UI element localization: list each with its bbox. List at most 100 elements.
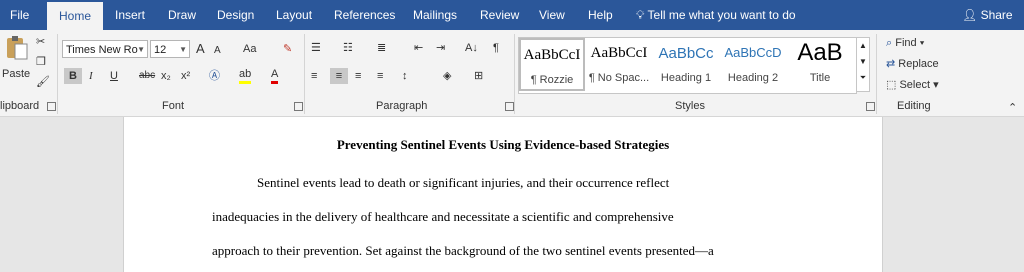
style-heading-2[interactable]: AaBbCcD Heading 2	[720, 38, 786, 91]
replace-icon: ⇄	[886, 58, 896, 70]
styles-group-label: Styles	[675, 100, 705, 112]
paragraph-launcher-icon[interactable]	[505, 102, 514, 111]
tab-review[interactable]: Review	[480, 0, 519, 30]
clipboard-launcher-icon[interactable]	[47, 102, 56, 111]
more-styles-icon[interactable]: ⏷	[857, 70, 869, 86]
justify-icon[interactable]: ≡	[377, 68, 383, 84]
document-page[interactable]: Preventing Sentinel Events Using Evidenc…	[123, 117, 883, 272]
separator	[57, 34, 58, 114]
share-label: Share	[980, 8, 1013, 22]
multilevel-list-icon[interactable]: ≣	[377, 40, 386, 56]
ribbon: Paste ✂ ❐ 🖌 lipboard Times New Ro ▼ 12 ▼ A…	[0, 30, 1024, 117]
document-line: approach to their prevention. Set agains…	[212, 243, 714, 258]
font-color-button[interactable]: A	[271, 68, 279, 84]
find-button[interactable]: ⌕ Find ▾	[886, 35, 924, 51]
style-name: Heading 2	[727, 72, 779, 84]
increase-indent-icon[interactable]: ⇥	[436, 40, 445, 56]
underline-button[interactable]: U	[110, 68, 118, 84]
style-heading-1[interactable]: AaBbCc Heading 1	[653, 38, 719, 91]
align-center-icon[interactable]: ≡	[330, 68, 348, 84]
tab-draw[interactable]: Draw	[168, 0, 196, 30]
style-name: ¶ No Spac...	[588, 72, 650, 84]
clipboard-group-label: lipboard	[0, 100, 40, 112]
tab-layout[interactable]: Layout	[276, 0, 312, 30]
tab-mailings[interactable]: Mailings	[413, 0, 457, 30]
text-effects-icon[interactable]: Ⓐ	[209, 68, 220, 84]
styles-scroll[interactable]: ▲ ▼ ⏷	[856, 37, 870, 92]
find-icon: ⌕	[886, 37, 893, 49]
copy-icon[interactable]: ❐	[36, 54, 46, 70]
shading-icon[interactable]: ◈	[443, 68, 451, 84]
select-button[interactable]: ⬚ Select ▾	[886, 77, 939, 93]
document-title: Preventing Sentinel Events Using Evidenc…	[336, 137, 670, 152]
scroll-up-icon[interactable]: ▲	[857, 38, 869, 54]
font-group-label: Font	[162, 100, 185, 112]
tab-file[interactable]: File	[10, 0, 29, 30]
separator	[514, 34, 515, 114]
tell-me-search[interactable]: 💡︎ Tell me what you want to do	[636, 0, 796, 30]
select-label: Select	[899, 79, 931, 91]
title-bar: File Home Insert Draw Design Layout References…	[0, 0, 1024, 30]
tab-home[interactable]: Home	[47, 2, 104, 30]
replace-label: Replace	[898, 58, 939, 70]
cut-icon[interactable]: ✂	[36, 34, 45, 50]
editing-group-label: Editing	[897, 100, 931, 112]
italic-button[interactable]: I	[89, 68, 93, 84]
paste-button[interactable]: Paste	[2, 66, 30, 82]
highlight-button[interactable]: ab	[239, 68, 252, 84]
sort-button[interactable]: A↓	[465, 40, 478, 56]
style-name: Title	[809, 72, 831, 84]
shrink-font-button[interactable]: A	[214, 43, 221, 59]
grow-font-button[interactable]: A	[196, 41, 205, 57]
style-preview: AaBbCcI	[523, 47, 581, 63]
align-right-icon[interactable]: ≡	[355, 68, 361, 84]
style-rozzie[interactable]: AaBbCcI ¶ Rozzie	[519, 38, 585, 91]
style-name: Heading 1	[660, 72, 712, 84]
separator	[304, 34, 305, 114]
align-left-icon[interactable]: ≡	[311, 68, 317, 84]
font-launcher-icon[interactable]	[294, 102, 303, 111]
superscript-button[interactable]: x²	[181, 68, 190, 84]
borders-icon[interactable]: ⊞	[474, 68, 483, 84]
font-name-combo[interactable]: Times New Ro ▼	[62, 40, 148, 58]
paste-icon[interactable]	[4, 34, 30, 64]
lightbulb-icon: 💡︎	[636, 8, 645, 22]
line-spacing-icon[interactable]: ↕	[402, 68, 408, 84]
tab-references[interactable]: References	[334, 0, 395, 30]
font-size-combo[interactable]: 12 ▼	[150, 40, 190, 58]
tab-insert[interactable]: Insert	[115, 0, 145, 30]
style-preview: AaBbCc	[658, 45, 714, 62]
separator	[876, 34, 877, 114]
tab-help[interactable]: Help	[588, 0, 613, 30]
style-title[interactable]: AaB Title	[787, 38, 853, 91]
select-icon: ⬚	[886, 79, 897, 91]
style-name: ¶ Rozzie	[530, 74, 574, 86]
tell-me-text: Tell me what you want to do	[647, 8, 796, 22]
scroll-down-icon[interactable]: ▼	[857, 54, 869, 70]
subscript-button[interactable]: x₂	[161, 68, 171, 84]
tab-view[interactable]: View	[539, 0, 565, 30]
share-button[interactable]: 👤︎ Share	[962, 0, 1013, 30]
strikethrough-button[interactable]: abc	[139, 68, 155, 84]
find-label: Find	[895, 37, 917, 49]
format-painter-icon[interactable]: 🖌	[36, 74, 50, 90]
person-icon: 👤︎	[962, 8, 978, 22]
styles-gallery: AaBbCcI ¶ Rozzie AaBbCcI ¶ No Spac... AaBbCc…	[518, 37, 857, 94]
change-case-button[interactable]: Aa	[243, 41, 256, 57]
clear-format-icon[interactable]: ✎	[283, 41, 292, 57]
document-line: inadequacies in the delivery of healthca…	[212, 209, 674, 224]
style-preview: AaBbCcD	[724, 45, 782, 60]
replace-button[interactable]: ⇄ Replace	[886, 56, 939, 72]
show-formatting-button[interactable]: ¶	[493, 40, 499, 56]
numbering-icon[interactable]: ☷	[343, 40, 353, 56]
collapse-ribbon-icon[interactable]: ⌃	[1008, 100, 1017, 116]
style-preview: AaB	[797, 39, 843, 66]
style-preview: AaBbCcI	[590, 45, 648, 61]
bold-button[interactable]: B	[64, 68, 82, 84]
tab-design[interactable]: Design	[217, 0, 254, 30]
paragraph-group-label: Paragraph	[376, 100, 428, 112]
decrease-indent-icon[interactable]: ⇤	[414, 40, 423, 56]
bullets-icon[interactable]: ☰	[311, 40, 321, 56]
styles-launcher-icon[interactable]	[866, 102, 875, 111]
style-no-spac[interactable]: AaBbCcI ¶ No Spac...	[586, 38, 652, 91]
